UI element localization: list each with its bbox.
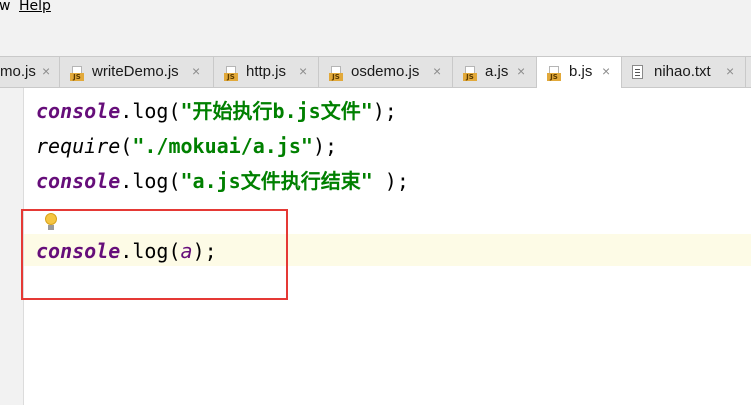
code-line-1: console.log("开始执行b.js文件"); <box>36 95 397 127</box>
tab-b-js[interactable]: JS b.js × <box>537 57 622 88</box>
annotation-highlight-box <box>21 209 288 300</box>
code-punctuation: ); <box>372 99 397 123</box>
js-file-icon: JS <box>463 66 477 81</box>
tab-overflow[interactable] <box>746 57 751 87</box>
tab-label: mo.js <box>0 63 36 80</box>
ide-window: w Help mo.js × JS writeDemo.js × JS http… <box>0 0 751 405</box>
close-icon[interactable]: × <box>192 63 200 79</box>
code-identifier: console <box>36 99 121 123</box>
tab-label: http.js <box>246 63 287 80</box>
js-file-icon: JS <box>224 66 238 81</box>
tab-a-js[interactable]: JS a.js × <box>453 57 537 87</box>
tab-writedemo-js[interactable]: JS writeDemo.js × <box>60 57 214 87</box>
code-punctuation: . <box>120 169 133 193</box>
close-icon[interactable]: × <box>726 63 734 79</box>
code-punctuation: ( <box>168 169 181 193</box>
text-file-icon <box>632 65 643 79</box>
menu-bar: w Help <box>0 0 751 18</box>
code-string: "./mokuai/a.js" <box>132 134 313 158</box>
code-punctuation: ( <box>120 134 133 158</box>
code-line-2: require("./mokuai/a.js"); <box>36 130 337 162</box>
tab-http-js[interactable]: JS http.js × <box>214 57 319 87</box>
code-punctuation: ( <box>168 99 181 123</box>
tab-label: a.js <box>485 63 509 80</box>
tab-label: osdemo.js <box>351 63 420 80</box>
toolbar-area <box>0 18 751 57</box>
menu-help[interactable]: Help <box>19 0 51 14</box>
code-string: "a.js文件执行结束" <box>180 169 373 193</box>
tab-label: writeDemo.js <box>92 63 179 80</box>
code-line-3: console.log("a.js文件执行结束" ); <box>36 165 409 197</box>
code-method: log <box>132 169 169 193</box>
tab-label: b.js <box>569 63 593 80</box>
js-file-icon: JS <box>70 66 84 81</box>
js-file-icon: JS <box>547 66 561 81</box>
close-icon[interactable]: × <box>517 63 525 79</box>
code-punctuation: ); <box>372 169 409 193</box>
menu-view[interactable]: w <box>0 0 10 14</box>
close-icon[interactable]: × <box>602 63 610 79</box>
tab-osdemo-js[interactable]: JS osdemo.js × <box>319 57 453 87</box>
code-method: log <box>132 99 169 123</box>
editor-tab-bar: mo.js × JS writeDemo.js × JS http.js × J… <box>0 57 751 88</box>
js-file-icon: JS <box>329 66 343 81</box>
tab-label: nihao.txt <box>654 63 711 80</box>
code-punctuation: ); <box>312 134 338 158</box>
code-string: "开始执行b.js文件" <box>180 99 373 123</box>
close-icon[interactable]: × <box>433 63 441 79</box>
code-identifier: console <box>36 169 121 193</box>
code-function: require <box>36 134 121 158</box>
close-icon[interactable]: × <box>42 63 50 79</box>
tab-mo-js[interactable]: mo.js × <box>0 57 60 87</box>
close-icon[interactable]: × <box>299 63 307 79</box>
code-punctuation: . <box>120 99 133 123</box>
tab-nihao-txt[interactable]: nihao.txt × <box>622 57 746 87</box>
